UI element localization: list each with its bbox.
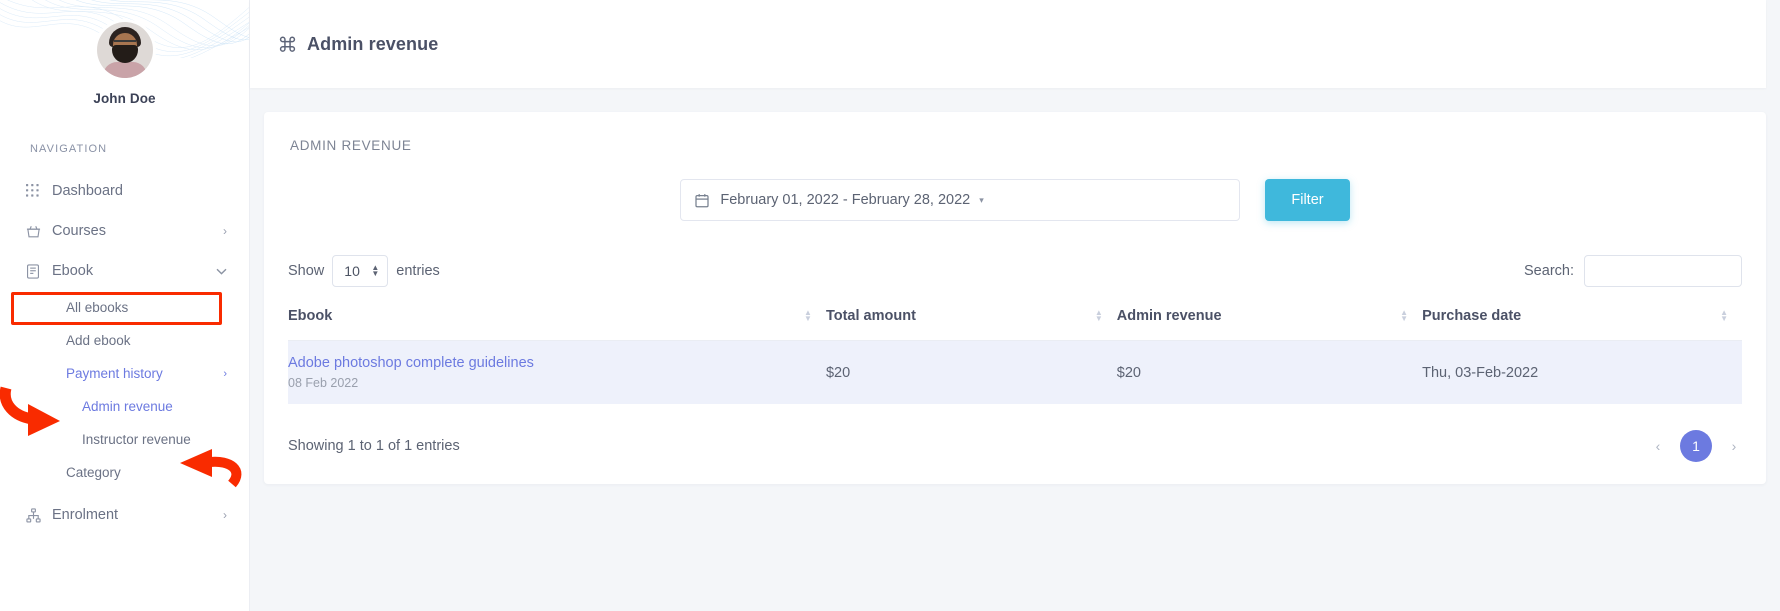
table-footer: Showing 1 to 1 of 1 entries ‹ 1 › <box>288 430 1742 462</box>
main-content: Admin revenue ADMIN REVENUE February 01,… <box>250 0 1780 611</box>
search-label: Search: <box>1524 263 1574 279</box>
cell-purchase-date: Thu, 03-Feb-2022 <box>1422 341 1742 405</box>
sidebar-item-courses[interactable]: Courses › <box>0 211 249 251</box>
column-header-ebook[interactable]: Ebook ▲▼ <box>288 308 826 341</box>
sidebar-item-label: Enrolment <box>52 507 223 523</box>
sidebar-item-dashboard[interactable]: Dashboard <box>0 171 249 211</box>
chevron-right-icon: › <box>223 508 227 522</box>
admin-revenue-card: ADMIN REVENUE February 01, 2022 - Februa… <box>264 112 1766 484</box>
sort-icon[interactable]: ▲▼ <box>1400 310 1408 322</box>
column-header-admin-revenue[interactable]: Admin revenue ▲▼ <box>1117 308 1422 341</box>
column-label: Ebook <box>288 308 332 324</box>
stepper-icon: ▲▼ <box>371 265 379 277</box>
sort-icon[interactable]: ▲▼ <box>804 310 812 322</box>
chevron-right-icon: › <box>223 368 227 380</box>
chevron-down-icon: ▾ <box>979 195 984 206</box>
sidebar-nav: Dashboard Courses › <box>0 171 249 535</box>
sidebar-item-instructor-revenue[interactable]: Instructor revenue <box>0 423 249 456</box>
sidebar-item-enrolment[interactable]: Enrolment › <box>0 495 249 535</box>
sidebar-subitem-label: Category <box>66 465 227 480</box>
show-entries-control: Show 10 ▲▼ entries <box>288 255 440 287</box>
filter-row: February 01, 2022 - February 28, 2022 ▾ … <box>288 179 1742 221</box>
sidebar-profile: John Doe <box>0 0 249 106</box>
document-list-icon <box>26 264 52 279</box>
column-label: Total amount <box>826 308 916 324</box>
column-header-purchase-date[interactable]: Purchase date ▲▼ <box>1422 308 1742 341</box>
sidebar-subitem-label: Payment history <box>66 366 223 381</box>
entries-label: entries <box>396 263 440 279</box>
sidebar-item-all-ebooks[interactable]: All ebooks <box>0 291 249 324</box>
column-label: Purchase date <box>1422 308 1521 324</box>
table-head: Ebook ▲▼ Total amount ▲▼ Admin revenue ▲… <box>288 308 1742 341</box>
sidebar-item-admin-revenue[interactable]: Admin revenue <box>0 390 249 423</box>
pagination-prev-button[interactable]: ‹ <box>1650 438 1666 454</box>
page-length-value: 10 <box>344 263 360 279</box>
page-header: Admin revenue <box>250 0 1766 88</box>
calendar-icon <box>695 193 709 208</box>
sidebar: John Doe NAVIGATION Dashboard <box>0 0 250 611</box>
ebook-date: 08 Feb 2022 <box>288 376 826 390</box>
admin-revenue-table: Ebook ▲▼ Total amount ▲▼ Admin revenue ▲… <box>288 308 1742 404</box>
filter-button[interactable]: Filter <box>1265 179 1349 221</box>
sitemap-icon <box>26 508 52 523</box>
page-title: Admin revenue <box>307 34 438 55</box>
card-title: ADMIN REVENUE <box>290 138 1742 153</box>
pagination: ‹ 1 › <box>1650 430 1742 462</box>
ebook-title-link[interactable]: Adobe photoshop complete guidelines <box>288 355 826 371</box>
pagination-page-1[interactable]: 1 <box>1680 430 1712 462</box>
command-places-icon <box>278 35 297 54</box>
column-header-total-amount[interactable]: Total amount ▲▼ <box>826 308 1117 341</box>
sidebar-item-category[interactable]: Category <box>0 456 249 489</box>
basket-icon <box>26 224 52 239</box>
column-label: Admin revenue <box>1117 308 1222 324</box>
navigation-section-label: NAVIGATION <box>30 143 249 155</box>
table-body: Adobe photoshop complete guidelines 08 F… <box>288 341 1742 405</box>
date-range-value: February 01, 2022 - February 28, 2022 <box>720 192 970 208</box>
search-input[interactable] <box>1584 255 1742 287</box>
table-controls: Show 10 ▲▼ entries Search: <box>288 255 1742 287</box>
sidebar-item-label: Ebook <box>52 263 216 279</box>
date-range-picker[interactable]: February 01, 2022 - February 28, 2022 ▾ <box>680 179 1240 221</box>
search-control: Search: <box>1524 255 1742 287</box>
pagination-next-button[interactable]: › <box>1726 438 1742 454</box>
sidebar-item-payment-history[interactable]: Payment history › <box>0 357 249 390</box>
sidebar-item-label: Courses <box>52 223 223 239</box>
cell-total-amount: $20 <box>826 341 1117 405</box>
chevron-down-icon <box>216 268 227 275</box>
sidebar-subitem-label: Admin revenue <box>82 399 227 414</box>
cell-admin-revenue: $20 <box>1117 341 1422 405</box>
sidebar-subitem-label: All ebooks <box>66 300 227 315</box>
sort-icon[interactable]: ▲▼ <box>1720 310 1728 322</box>
sidebar-subitem-label: Instructor revenue <box>82 432 227 447</box>
avatar[interactable] <box>97 22 153 78</box>
page-length-select[interactable]: 10 ▲▼ <box>332 255 388 287</box>
table-row: Adobe photoshop complete guidelines 08 F… <box>288 341 1742 405</box>
sidebar-item-label: Dashboard <box>52 183 227 199</box>
table-header-row: Ebook ▲▼ Total amount ▲▼ Admin revenue ▲… <box>288 308 1742 341</box>
showing-entries-text: Showing 1 to 1 of 1 entries <box>288 438 460 454</box>
grid-dots-icon <box>26 184 52 198</box>
sort-icon[interactable]: ▲▼ <box>1095 310 1103 322</box>
show-label: Show <box>288 263 324 279</box>
sidebar-item-ebook[interactable]: Ebook <box>0 251 249 291</box>
profile-name: John Doe <box>0 91 249 106</box>
sidebar-subitem-label: Add ebook <box>66 333 227 348</box>
cell-ebook: Adobe photoshop complete guidelines 08 F… <box>288 341 826 405</box>
chevron-right-icon: › <box>223 224 227 238</box>
sidebar-item-add-ebook[interactable]: Add ebook <box>0 324 249 357</box>
app-root: John Doe NAVIGATION Dashboard <box>0 0 1780 611</box>
